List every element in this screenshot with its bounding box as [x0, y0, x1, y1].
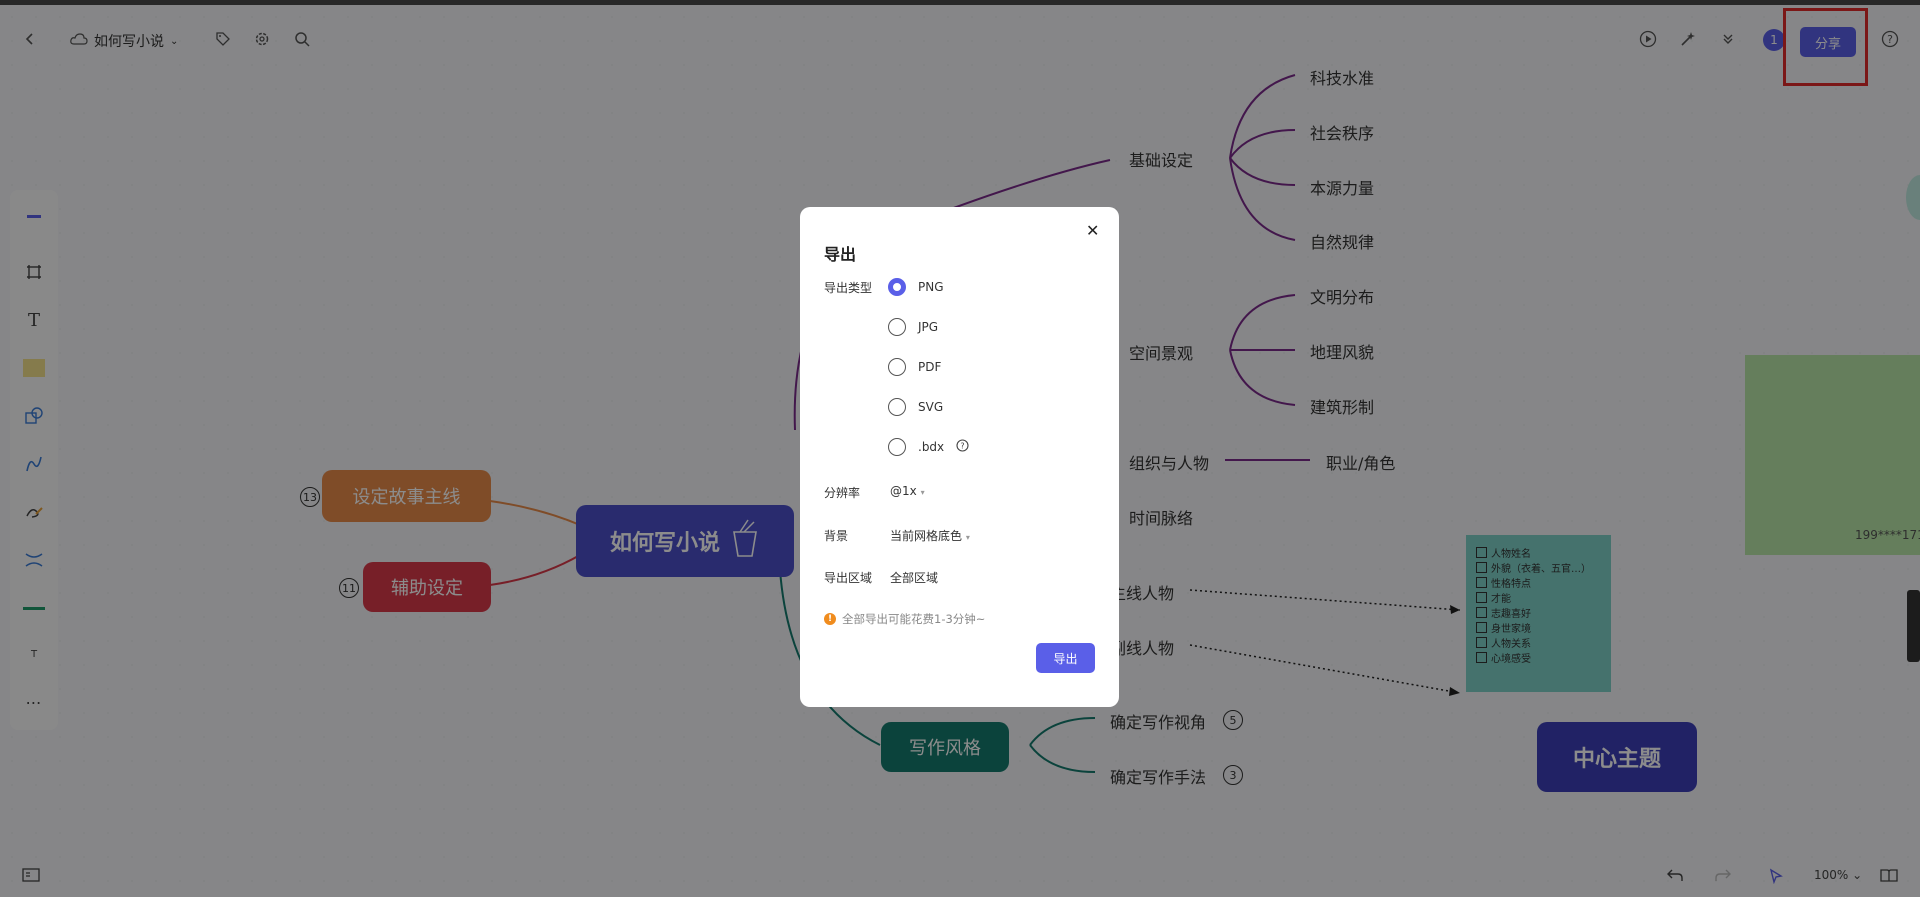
resolution-value: @1x: [890, 484, 917, 498]
caret-down-icon: ▾: [920, 488, 925, 497]
export-area-value[interactable]: 全部区域: [890, 569, 938, 586]
radio-option-png[interactable]: PNG: [888, 278, 944, 296]
resolution-select[interactable]: @1x ▾: [890, 484, 925, 498]
radio-button[interactable]: [888, 398, 906, 416]
export-warning: ! 全部导出可能花费1-3分钟~: [824, 611, 985, 627]
radio-label: SVG: [918, 400, 944, 414]
radio-option-bdx[interactable]: .bdx ?: [888, 438, 969, 456]
export-button[interactable]: 导出: [1036, 643, 1095, 673]
dialog-title: 导出: [824, 245, 857, 264]
radio-label: .bdx: [918, 440, 945, 454]
svg-text:?: ?: [961, 442, 965, 451]
background-select[interactable]: 当前网格底色 ▾: [890, 527, 970, 544]
radio-label: JPG: [918, 320, 939, 334]
radio-option-svg[interactable]: SVG: [888, 398, 943, 416]
radio-button[interactable]: [888, 358, 906, 376]
caret-down-icon: ▾: [965, 533, 970, 542]
resolution-label: 分辨率: [824, 486, 861, 500]
export-area-label: 导出区域: [824, 571, 873, 585]
background-value: 当前网格底色: [890, 529, 963, 543]
close-icon[interactable]: ✕: [1086, 221, 1099, 240]
radio-button[interactable]: [888, 318, 906, 336]
radio-label: PDF: [918, 360, 942, 374]
warning-text: 全部导出可能花费1-3分钟~: [842, 612, 986, 626]
help-icon[interactable]: ?: [956, 439, 969, 455]
export-type-label: 导出类型: [824, 281, 873, 295]
export-dialog: 导出 ✕ 导出类型 PNG JPG PDF SVG .bdx ? 分辨率 @1x…: [800, 207, 1119, 707]
warning-icon: !: [824, 613, 836, 625]
background-label: 背景: [824, 529, 849, 543]
radio-option-pdf[interactable]: PDF: [888, 358, 941, 376]
radio-button[interactable]: [888, 278, 906, 296]
radio-button[interactable]: [888, 438, 906, 456]
radio-label: PNG: [918, 280, 944, 294]
radio-option-jpg[interactable]: JPG: [888, 318, 938, 336]
